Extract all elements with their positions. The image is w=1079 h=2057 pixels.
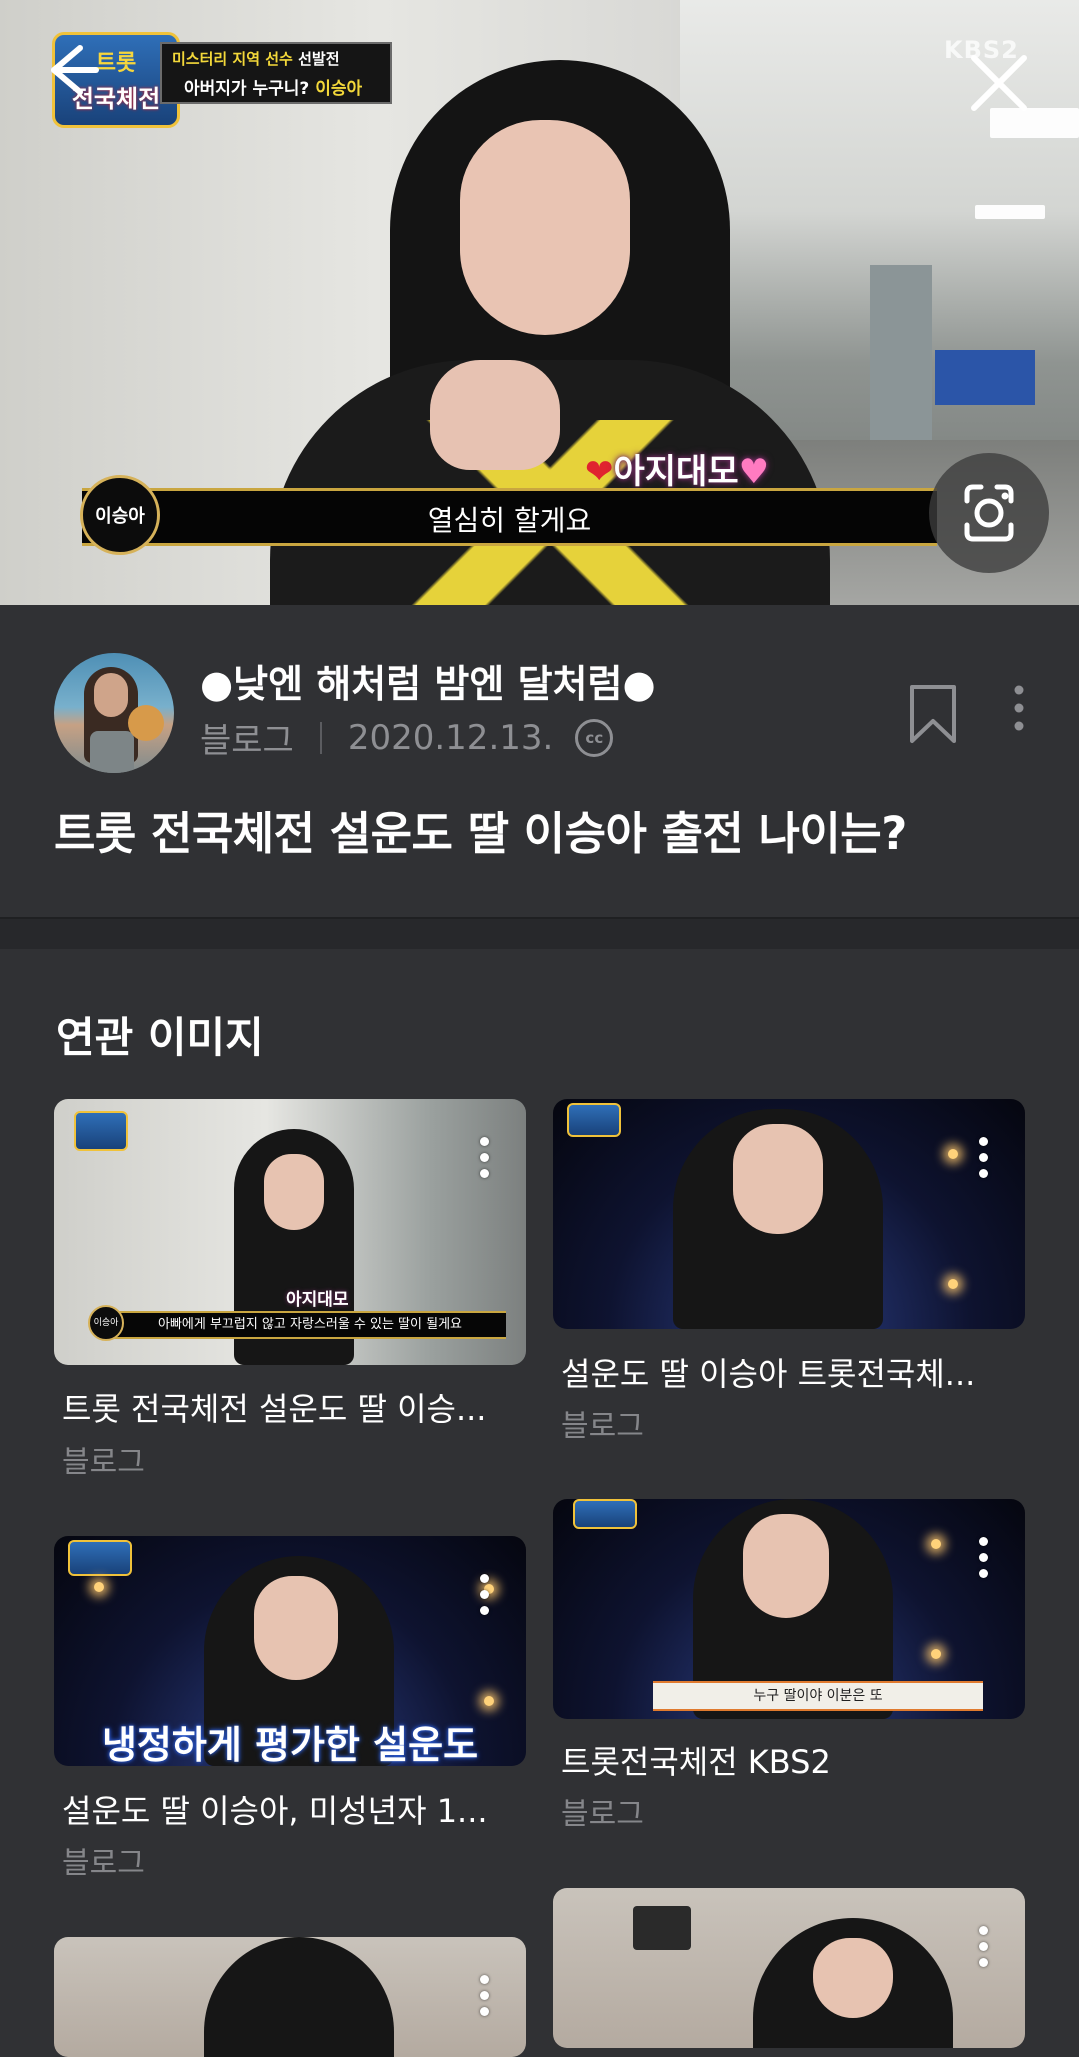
sparkle-heart-icon: ♥ <box>738 452 770 492</box>
stage-light <box>94 1582 104 1592</box>
related-image-card[interactable]: 냉정하게 평가한 설운도 설운도 딸 이승아, 미성년자 1... 블로그 <box>54 1536 526 1886</box>
avatar[interactable] <box>54 653 174 773</box>
post-header: ●낮엔 해처럼 밤엔 달처럼● 블로그 2020.12.13. cc 트롯 전국… <box>0 605 1079 917</box>
related-thumbnail[interactable] <box>553 1099 1025 1329</box>
related-images-section: 연관 이미지 아빠에게 부끄럽지 않고 자랑스러울 수 있는 딸이 될게요 아지… <box>0 949 1079 2057</box>
stage-light <box>484 1696 494 1706</box>
love-tag-text: 아지대모 <box>613 452 739 492</box>
name-badge: 이승아 <box>80 475 160 555</box>
section-title: 연관 이미지 <box>56 1013 264 1062</box>
more-vertical-icon[interactable] <box>975 1137 991 1181</box>
related-thumbnail[interactable] <box>54 1937 526 2057</box>
related-thumbnail[interactable]: 누구 딸이야 이분은 또 <box>553 1499 1025 1719</box>
thumb-caption: 누구 딸이야 이분은 또 <box>653 1681 983 1711</box>
caption-name: 이승아 <box>315 79 363 99</box>
love-tag: ❤아지대모♥ <box>585 444 769 493</box>
thumb-caption: 아빠에게 부끄럽지 않고 자랑스러울 수 있는 딸이 될게요 <box>114 1311 506 1339</box>
more-vertical-icon[interactable] <box>1004 683 1034 733</box>
thumb-show-logo <box>567 1103 621 1137</box>
related-title[interactable]: 트롯전국체전 KBS2 <box>561 1737 1021 1783</box>
post-title[interactable]: 트롯 전국체전 설운도 딸 이승아 출전 나이는? <box>54 797 907 862</box>
thumb-show-logo <box>573 1499 637 1529</box>
show-caption-box: 미스터리 지역 선수 선발전 아버지가 누구니? 이승아 <box>160 42 392 104</box>
related-thumbnail[interactable] <box>553 1888 1025 2048</box>
subtitle-bar: 열심히 할게요 <box>82 488 937 546</box>
related-source: 블로그 <box>62 1846 145 1881</box>
related-title[interactable]: 설운도 딸 이승아, 미성년자 1... <box>62 1786 522 1832</box>
related-image-card[interactable]: 설운도 딸 이승아 트롯전국체... 블로그 <box>553 1099 1025 1444</box>
thumb-face <box>254 1576 338 1680</box>
related-title[interactable]: 설운도 딸 이승아 트롯전국체... <box>561 1349 1021 1395</box>
more-vertical-icon[interactable] <box>476 1574 492 1618</box>
source-type: 블로그 <box>200 721 294 761</box>
subtitle-text: 열심히 할게요 <box>427 504 592 537</box>
stage-light <box>931 1539 941 1549</box>
section-divider <box>0 917 1079 949</box>
related-image-card[interactable]: 누구 딸이야 이분은 또 트롯전국체전 KBS2 블로그 <box>553 1499 1025 1839</box>
more-vertical-icon[interactable] <box>476 1975 492 2019</box>
thumb-face <box>813 1938 893 2018</box>
thumb-face <box>264 1154 324 1230</box>
stage-light <box>931 1649 941 1659</box>
related-image-card[interactable] <box>54 1937 526 2057</box>
cc-license-icon: cc <box>575 718 614 757</box>
thumb-face <box>743 1514 829 1618</box>
more-vertical-icon[interactable] <box>975 1537 991 1581</box>
close-icon[interactable] <box>968 52 1030 114</box>
thumb-person <box>204 1937 394 2057</box>
blog-name[interactable]: ●낮엔 해처럼 밤엔 달처럼● <box>200 653 656 708</box>
related-source: 블로그 <box>561 1797 644 1832</box>
thumb-face <box>733 1124 823 1234</box>
bookmark-icon[interactable] <box>908 683 958 745</box>
ceiling-light <box>975 205 1045 219</box>
meta-divider <box>319 721 322 754</box>
thumb-show-logo <box>68 1540 132 1576</box>
hero-image[interactable]: 트롯 전국체전 미스터리 지역 선수 선발전 아버지가 누구니? 이승아 KBS… <box>0 0 1079 605</box>
thumb-caption: 냉정하게 평가한 설운도 <box>101 1723 479 1766</box>
caption-tag-line: 미스터리 지역 선수 선발전 <box>172 48 340 69</box>
heart-icon: ❤ <box>585 452 614 492</box>
avatar-dog <box>128 705 164 741</box>
post-date: 2020.12.13. <box>347 717 554 758</box>
related-image-card[interactable] <box>553 1888 1025 2048</box>
caption-tag: 미스터리 지역 선수 <box>172 50 293 68</box>
hero-person-face <box>460 120 630 335</box>
caption-tag-white: 선발전 <box>298 50 340 68</box>
avatar-top <box>90 731 134 773</box>
related-title[interactable]: 트롯 전국체전 설운도 딸 이승... <box>62 1384 522 1430</box>
hero-person-hands <box>430 360 560 470</box>
hero-blue-bins <box>935 350 1035 405</box>
thumb-sign <box>633 1906 691 1950</box>
stage-light <box>948 1149 958 1159</box>
arrow-left-icon[interactable] <box>40 40 100 100</box>
related-thumbnail[interactable]: 아빠에게 부끄럽지 않고 자랑스러울 수 있는 딸이 될게요 아지대모 이승아 <box>54 1099 526 1365</box>
thumb-show-logo <box>74 1111 128 1151</box>
stage-light <box>948 1279 958 1289</box>
related-source: 블로그 <box>62 1445 145 1480</box>
thumb-love-tag: 아지대모 <box>286 1290 349 1310</box>
related-thumbnail[interactable]: 냉정하게 평가한 설운도 <box>54 1536 526 1766</box>
caption-question: 아버지가 누구니? <box>184 79 310 99</box>
related-source: 블로그 <box>561 1409 644 1444</box>
more-vertical-icon[interactable] <box>476 1137 492 1181</box>
related-image-card[interactable]: 아빠에게 부끄럽지 않고 자랑스러울 수 있는 딸이 될게요 아지대모 이승아 … <box>54 1099 526 1480</box>
thumb-name-badge: 이승아 <box>88 1305 124 1341</box>
post-meta: 블로그 2020.12.13. cc <box>200 713 614 762</box>
more-vertical-icon[interactable] <box>975 1926 991 1970</box>
avatar-face <box>94 673 128 717</box>
camera-lens-icon <box>964 484 1014 542</box>
lens-search-button[interactable] <box>929 453 1049 573</box>
name-badge-text: 이승아 <box>95 506 145 527</box>
caption-question-line: 아버지가 누구니? 이승아 <box>184 74 362 99</box>
